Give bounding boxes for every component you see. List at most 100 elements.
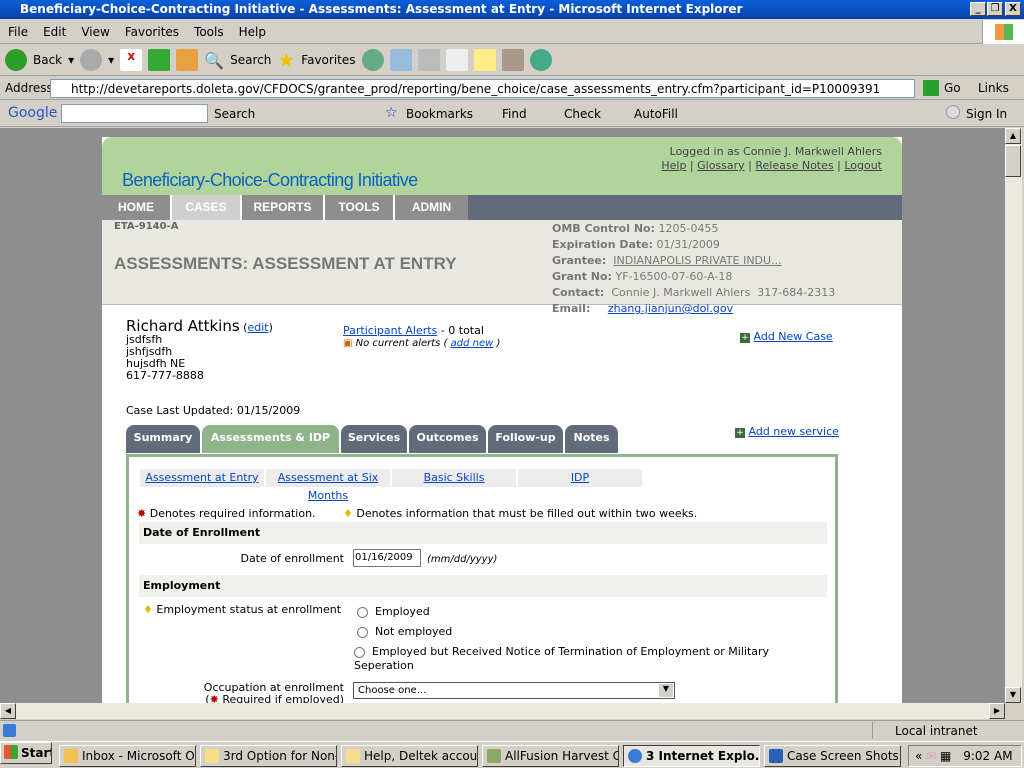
logout-link[interactable]: Logout xyxy=(844,159,882,172)
google-search-button[interactable]: Search xyxy=(214,107,255,121)
search-icon[interactable]: 🔍 xyxy=(204,51,224,70)
mail-icon[interactable] xyxy=(389,49,412,71)
back-button[interactable]: Back xyxy=(33,53,62,67)
scroll-down-button[interactable]: ▼ xyxy=(1005,687,1021,703)
alert-bullet-icon: ▣ xyxy=(343,338,353,349)
tab-services[interactable]: Services xyxy=(341,425,407,453)
nav-cases[interactable]: CASES xyxy=(172,195,242,220)
task-label: Help, Deltek accoun... xyxy=(364,749,478,763)
menu-file[interactable]: File xyxy=(0,20,35,39)
status-bar: Local intranet xyxy=(0,720,1024,740)
bookmarks-button[interactable]: Bookmarks xyxy=(406,107,473,121)
scroll-up-button[interactable]: ▲ xyxy=(1005,128,1021,144)
subtab-idp[interactable]: IDP xyxy=(571,471,589,484)
task-label: 3rd Option for Non-... xyxy=(223,749,336,763)
site-brand: Beneficiary-Choice-Contracting Initiativ… xyxy=(122,170,418,190)
subtab-assessment-entry[interactable]: Assessment at Entry xyxy=(145,471,258,484)
tab-summary[interactable]: Summary xyxy=(126,425,200,453)
page-title: ASSESSMENTS: ASSESSMENT AT ENTRY xyxy=(114,254,457,273)
menu-view[interactable]: View xyxy=(73,20,116,39)
case-last-updated: Case Last Updated: 01/15/2009 xyxy=(126,404,301,417)
task-internet-explorer[interactable]: 3 Internet Explo... ▾ xyxy=(623,745,760,767)
menu-favorites[interactable]: Favorites xyxy=(117,20,186,39)
go-button[interactable]: Go xyxy=(944,81,961,95)
release-notes-link[interactable]: Release Notes xyxy=(755,159,833,172)
add-new-case-link[interactable]: Add New Case xyxy=(754,330,833,343)
forward-arrow-icon[interactable] xyxy=(80,49,103,71)
note-icon[interactable] xyxy=(473,49,496,71)
window-title-bar: Beneficiary-Choice-Contracting Initiativ… xyxy=(0,0,1024,19)
nav-home[interactable]: HOME xyxy=(102,195,172,220)
tab-follow-up[interactable]: Follow-up xyxy=(488,425,563,453)
tab-outcomes[interactable]: Outcomes xyxy=(409,425,486,453)
tab-assessments-idp[interactable]: Assessments & IDP xyxy=(202,425,339,453)
favorites-button[interactable]: Favorites xyxy=(301,53,355,67)
chevron-down-icon: ▼ xyxy=(659,684,673,697)
maximize-button[interactable]: ❐ xyxy=(987,2,1003,16)
subtab-basic-skills[interactable]: Basic Skills xyxy=(424,471,485,484)
close-button[interactable]: X xyxy=(1005,2,1021,16)
paren: ) xyxy=(496,338,501,349)
menu-help[interactable]: Help xyxy=(231,20,273,39)
google-search-input[interactable] xyxy=(61,104,208,123)
help-link[interactable]: Help xyxy=(661,159,686,172)
check-button[interactable]: Check xyxy=(564,107,601,121)
scroll-right-button[interactable]: ▶ xyxy=(989,703,1005,719)
add-new-service-link[interactable]: Add new service xyxy=(749,425,839,438)
print-icon[interactable] xyxy=(417,49,440,71)
messenger-icon[interactable] xyxy=(529,49,552,71)
go-arrow-icon[interactable] xyxy=(923,80,939,96)
participant-alerts-link[interactable]: Participant Alerts xyxy=(343,324,437,337)
subtab-assessment-six-months[interactable]: Assessment at Six Months xyxy=(278,471,379,502)
logged-in-text: Logged in as Connie J. Markwell Ahlers xyxy=(669,145,882,158)
edit-participant-link[interactable]: edit xyxy=(247,321,268,334)
glossary-link[interactable]: Glossary xyxy=(697,159,745,172)
refresh-icon[interactable] xyxy=(148,49,171,71)
home-icon[interactable] xyxy=(176,49,199,71)
nav-tools[interactable]: TOOLS xyxy=(325,195,395,220)
back-arrow-icon[interactable] xyxy=(5,49,27,71)
stop-icon[interactable]: x xyxy=(120,49,143,71)
task-3rd-option[interactable]: 3rd Option for Non-... xyxy=(200,745,337,767)
alerts-total: - 0 total xyxy=(440,324,484,337)
menu-edit[interactable]: Edit xyxy=(35,20,73,39)
address-input[interactable]: http://devetareports.doleta.gov/CFDOCS/g… xyxy=(50,79,915,98)
radio-employed[interactable]: Employed xyxy=(357,605,430,618)
autofill-button[interactable]: AutoFill xyxy=(634,107,678,121)
network-tray-icon[interactable]: ▦ xyxy=(940,749,951,763)
history-icon[interactable] xyxy=(361,49,384,71)
scroll-thumb[interactable] xyxy=(1005,145,1021,177)
edit-word-icon[interactable] xyxy=(445,49,468,71)
task-case-screen-shots[interactable]: Case Screen Shots.... xyxy=(764,745,901,767)
horizontal-scrollbar[interactable]: ◀ ▶ xyxy=(0,703,1005,719)
task-help-deltek[interactable]: Help, Deltek accoun... xyxy=(341,745,478,767)
start-button[interactable]: Start xyxy=(0,742,52,764)
nav-admin[interactable]: ADMIN xyxy=(395,195,468,220)
date-of-enrollment-input[interactable]: 01/16/2009 xyxy=(353,549,421,567)
radio-employed-termination[interactable]: Employed but Received Notice of Terminat… xyxy=(354,645,794,673)
mail-tray-icon[interactable]: ✉ xyxy=(926,749,936,763)
occupation-select[interactable]: Choose one... ▼ xyxy=(353,682,675,699)
research-icon[interactable] xyxy=(501,49,524,71)
find-button[interactable]: Find xyxy=(502,107,527,121)
task-inbox[interactable]: Inbox - Microsoft O... xyxy=(59,745,196,767)
email-link[interactable]: zhang.jianjun@dol.gov xyxy=(608,302,733,315)
vertical-scrollbar[interactable]: ▲ ▼ xyxy=(1005,128,1022,703)
form-id: ETA-9140-A xyxy=(114,221,179,232)
menu-tools[interactable]: Tools xyxy=(186,20,231,39)
nav-reports[interactable]: REPORTS xyxy=(242,195,325,220)
search-button[interactable]: Search xyxy=(230,53,271,67)
radio-label: Employed but Received Notice of Terminat… xyxy=(354,645,770,672)
standard-toolbar: Back ▾ ▾ x 🔍 Search ★ Favorites xyxy=(0,45,1024,76)
grantee-value[interactable]: INDIANAPOLIS PRIVATE INDU... xyxy=(613,254,781,267)
scroll-left-button[interactable]: ◀ xyxy=(0,703,16,719)
radio-not-employed[interactable]: Not employed xyxy=(357,625,452,638)
tab-notes[interactable]: Notes xyxy=(565,425,618,453)
add-alert-link[interactable]: add new xyxy=(451,338,494,349)
task-allfusion[interactable]: AllFusion Harvest C... xyxy=(482,745,619,767)
minimize-button[interactable]: _ xyxy=(970,2,986,16)
sign-in-button[interactable]: Sign In xyxy=(966,107,1007,121)
links-button[interactable]: Links xyxy=(978,81,1009,95)
section-employment: Employment xyxy=(139,575,827,597)
favorites-star-icon[interactable]: ★ xyxy=(277,48,295,72)
